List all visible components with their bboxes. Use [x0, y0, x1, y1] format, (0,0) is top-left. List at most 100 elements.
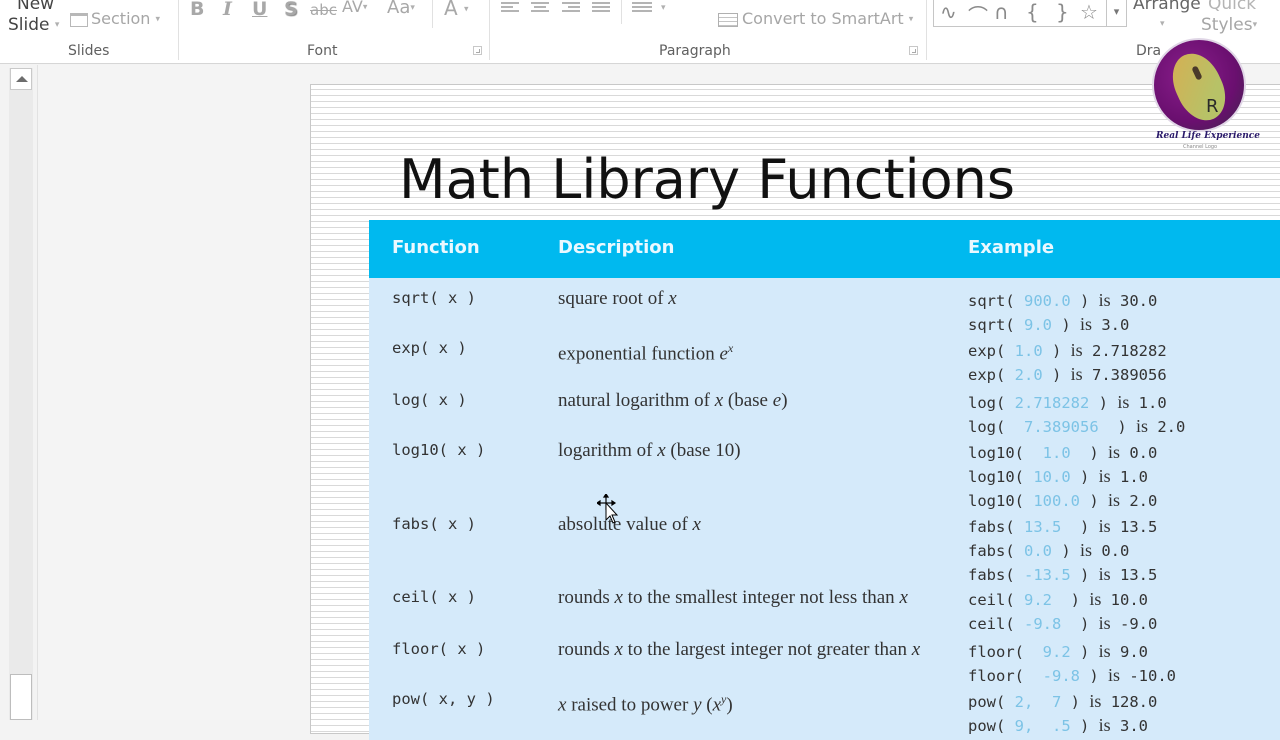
scroll-up-icon[interactable]	[10, 68, 32, 90]
math-variable: x	[712, 694, 722, 716]
math-superscript: x	[727, 341, 734, 355]
math-variable: x	[692, 514, 701, 535]
chevron-down-icon: ▾	[362, 2, 368, 13]
example-cell: ceil( 9.2 ) is 10.0 ceil( -9.8 ) is -9.0	[968, 588, 1157, 636]
math-variable: e	[772, 390, 782, 411]
example-result: 13.5	[1110, 518, 1158, 536]
example-line: exp( 2.0 ) is 7.389056	[968, 363, 1167, 387]
example-is: is	[1098, 613, 1111, 633]
description-cell: square root of x	[558, 288, 677, 309]
new-slide-button[interactable]: Slide ▾	[8, 15, 59, 35]
example-result: 2.0	[1148, 418, 1186, 436]
header-description: Description	[558, 237, 675, 258]
math-functions-table[interactable]: Function Description Example sqrt( x ) sq…	[369, 220, 1280, 740]
align-center-icon[interactable]	[531, 2, 549, 15]
math-variable: x	[558, 694, 567, 716]
new-slide-label: Slide	[8, 15, 50, 35]
header-function: Function	[392, 237, 480, 258]
description-cell: rounds x to the smallest integer not les…	[558, 587, 908, 608]
arrange-button[interactable]: Arrange	[1133, 0, 1201, 14]
example-is: is	[1107, 665, 1120, 685]
example-result: 7.389056	[1082, 366, 1167, 384]
example-result: 13.5	[1110, 566, 1158, 584]
example-call: fabs(	[968, 542, 1024, 560]
example-result: 10.0	[1101, 591, 1149, 609]
example-is: is	[1089, 589, 1102, 609]
paragraph-dialog-launcher-icon[interactable]	[909, 46, 918, 55]
example-is: is	[1098, 466, 1111, 486]
example-call: sqrt(	[968, 316, 1024, 334]
function-cell: ceil( x )	[392, 588, 476, 606]
example-argument: 13.5	[1024, 518, 1062, 536]
chevron-down-icon[interactable]: ▾	[661, 3, 666, 13]
function-cell: log10( x )	[392, 441, 486, 459]
font-dialog-launcher-icon[interactable]	[473, 46, 482, 55]
example-close: )	[1061, 615, 1099, 633]
example-argument: 1.0	[1042, 444, 1071, 462]
math-variable: x	[714, 390, 724, 411]
quick-styles-top[interactable]: Quick	[1208, 0, 1256, 14]
math-variable: e	[719, 343, 728, 365]
chevron-down-icon: ▾	[410, 3, 415, 13]
vertical-scrollbar[interactable]	[9, 68, 33, 720]
italic-button[interactable]: I	[223, 0, 232, 20]
example-line: pow( 2, 7 ) is 128.0	[968, 690, 1157, 714]
new-slide-button-top[interactable]: New	[17, 0, 54, 14]
star-icon[interactable]: ☆	[1080, 0, 1098, 24]
strikethrough-button[interactable]: abc	[310, 1, 337, 19]
scrollbar-thumb[interactable]	[10, 674, 32, 720]
example-argument: 7.389056	[1024, 418, 1099, 436]
example-line: log( 2.718282 ) is 1.0	[968, 391, 1185, 415]
columns-icon[interactable]	[632, 2, 652, 15]
chevron-down-icon: ▾	[155, 14, 161, 25]
bold-button[interactable]: B	[190, 0, 204, 20]
quick-styles-button[interactable]: Styles▾	[1201, 15, 1257, 35]
convert-to-smartart-button[interactable]: Convert to SmartArt ▾	[718, 9, 913, 28]
justify-icon[interactable]	[592, 2, 610, 15]
math-variable: x	[614, 587, 623, 608]
function-cell: pow( x, y )	[392, 690, 495, 708]
shadow-button[interactable]: S	[284, 0, 298, 20]
example-result: -9.0	[1110, 615, 1158, 633]
math-variable: y	[693, 694, 702, 716]
slide[interactable]: Math Library Functions Function Descript…	[310, 84, 1280, 740]
right-brace-icon[interactable]: }	[1056, 0, 1069, 24]
freeform-scribble-icon[interactable]: ∿	[940, 0, 957, 24]
section-button[interactable]: Section ▾	[70, 9, 160, 28]
example-call: ceil(	[968, 615, 1024, 633]
slide-title[interactable]: Math Library Functions	[399, 148, 1015, 211]
underline-button[interactable]: U	[252, 0, 267, 20]
shapes-gallery[interactable]: ∿ ⌒ ∩ { } ☆ ▾	[933, 0, 1127, 29]
group-label-slides: Slides	[68, 43, 110, 59]
example-is: is	[1107, 442, 1120, 462]
gallery-more-icon[interactable]: ▾	[1106, 0, 1126, 26]
example-is: is	[1070, 364, 1083, 384]
align-right-icon[interactable]	[562, 2, 580, 15]
change-case-button[interactable]: Aa▾	[387, 0, 415, 18]
description-cell: natural logarithm of x (base e)	[558, 390, 788, 411]
function-cell: fabs( x )	[392, 515, 476, 533]
align-left-icon[interactable]	[501, 2, 519, 15]
arc-icon[interactable]: ⌒	[968, 0, 988, 29]
example-line: fabs( 13.5 ) is 13.5	[968, 515, 1157, 539]
font-color-button[interactable]: A ▾	[444, 0, 469, 20]
character-spacing-button[interactable]: AV▾	[342, 0, 367, 16]
example-line: ceil( -9.8 ) is -9.0	[968, 612, 1157, 636]
example-argument: 2, 7	[1014, 693, 1062, 711]
example-cell: exp( 1.0 ) is 2.718282 exp( 2.0 ) is 7.38…	[968, 339, 1167, 387]
chevron-down-icon: ▾	[54, 20, 60, 30]
example-call: exp(	[968, 342, 1015, 360]
left-brace-icon[interactable]: {	[1026, 0, 1039, 24]
group-label-drawing: Dra	[1136, 43, 1162, 59]
header-example: Example	[968, 237, 1055, 258]
example-result: 0.0	[1092, 542, 1130, 560]
example-line: floor( -9.8 ) is -10.0	[968, 664, 1176, 688]
convert-to-smartart-label: Convert to SmartArt	[742, 9, 904, 28]
example-result: 2.0	[1120, 492, 1158, 510]
curve-icon[interactable]: ∩	[994, 0, 1009, 24]
example-close: )	[1061, 693, 1090, 711]
chevron-down-icon: ▾	[1252, 20, 1258, 30]
example-call: sqrt(	[968, 292, 1024, 310]
chevron-down-icon[interactable]: ▾	[1160, 19, 1165, 29]
example-call: ceil(	[968, 591, 1024, 609]
